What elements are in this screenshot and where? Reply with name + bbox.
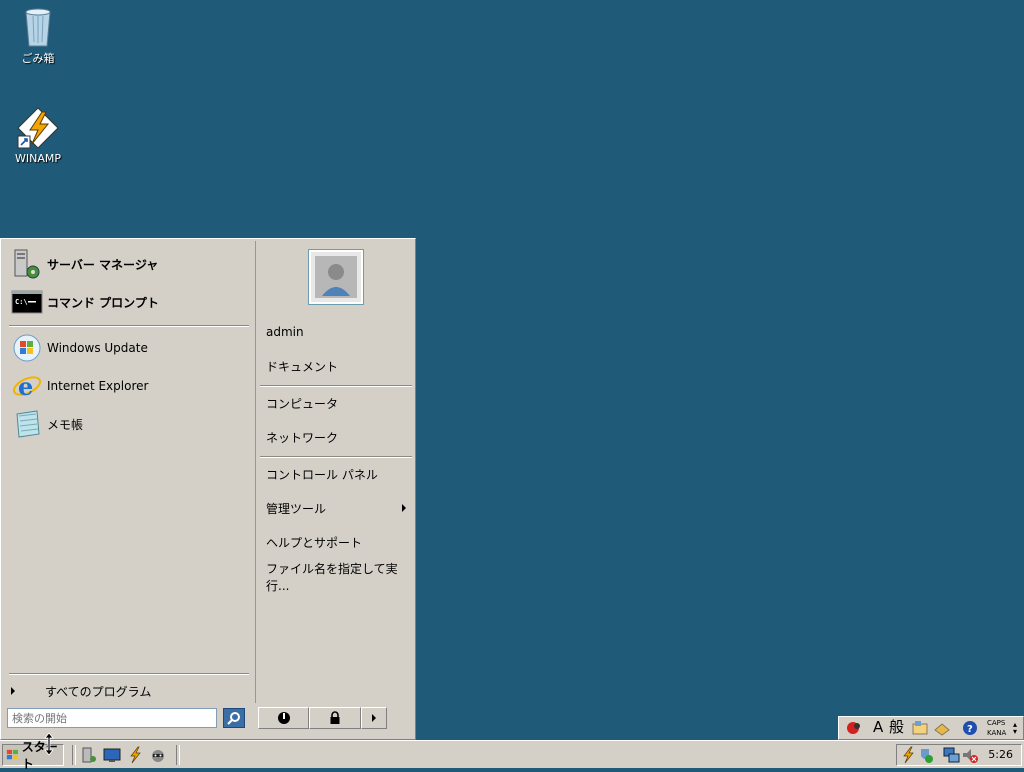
recent-item-windows-update[interactable]: Windows Update bbox=[11, 331, 148, 365]
server-manager-icon bbox=[11, 248, 43, 280]
tray-winamp-icon[interactable] bbox=[899, 746, 917, 764]
quick-launch-winamp-icon[interactable] bbox=[126, 746, 144, 764]
all-programs-label: すべてのプログラム bbox=[45, 684, 152, 699]
pinned-item-server-manager[interactable]: サーバー マネージャ bbox=[11, 247, 158, 281]
start-menu: サーバー マネージャ C:\ コマンド プロンプト Windows Update… bbox=[0, 238, 416, 740]
svg-text:e: e bbox=[18, 372, 33, 401]
separator bbox=[260, 456, 412, 458]
start-button[interactable]: スタート bbox=[2, 740, 64, 771]
taskbar-separator bbox=[176, 745, 180, 765]
lock-icon bbox=[330, 711, 340, 724]
power-button[interactable] bbox=[258, 707, 309, 729]
winamp-icon bbox=[16, 106, 60, 150]
separator bbox=[260, 385, 412, 387]
start-menu-left-pane: サーバー マネージャ C:\ コマンド プロンプト Windows Update… bbox=[3, 241, 256, 703]
taskbar-separator bbox=[72, 745, 76, 765]
help-icon[interactable]: ? bbox=[961, 720, 979, 736]
clock[interactable]: 5:26 bbox=[988, 748, 1013, 761]
options-arrow-icon[interactable]: ▴ ▾ bbox=[1013, 721, 1017, 736]
right-item-documents[interactable]: ドキュメント bbox=[266, 355, 338, 377]
recent-item-label: Windows Update bbox=[47, 341, 148, 355]
network-icon[interactable] bbox=[943, 746, 961, 764]
dictionary-icon[interactable] bbox=[933, 720, 951, 736]
right-item-run[interactable]: ファイル名を指定して実行... bbox=[266, 562, 414, 593]
mouse-cursor-icon bbox=[44, 732, 54, 759]
recycle-bin-label: ごみ箱 bbox=[21, 52, 55, 65]
conversion-mode-indicator[interactable]: 般 bbox=[889, 719, 907, 735]
kana-indicator: KANA bbox=[987, 729, 1007, 737]
search-input[interactable] bbox=[7, 708, 217, 728]
right-item-label: コンピュータ bbox=[266, 396, 339, 411]
recent-item-label: メモ帳 bbox=[47, 417, 84, 432]
arrow-right-icon bbox=[11, 687, 15, 695]
pinned-item-command-prompt[interactable]: C:\ コマンド プロンプト bbox=[11, 285, 159, 319]
recent-item-notepad[interactable]: メモ帳 bbox=[11, 407, 83, 441]
right-item-label: admin bbox=[266, 325, 304, 339]
volume-muted-icon[interactable] bbox=[961, 746, 979, 764]
separator bbox=[9, 325, 249, 327]
right-item-label: ドキュメント bbox=[266, 359, 339, 374]
windows-update-icon bbox=[11, 332, 43, 364]
internet-explorer-icon: e bbox=[11, 370, 43, 402]
right-item-help[interactable]: ヘルプとサポート bbox=[266, 531, 362, 553]
caps-indicator: CAPS bbox=[987, 719, 1006, 727]
language-bar: A 般 ? CAPS KANA ▴ ▾ bbox=[838, 716, 1024, 740]
security-shield-icon[interactable] bbox=[917, 746, 935, 764]
right-item-admin-tools[interactable]: 管理ツール bbox=[266, 497, 414, 519]
notepad-icon bbox=[11, 408, 43, 440]
svg-text:?: ? bbox=[967, 724, 973, 735]
recycle-bin-icon bbox=[16, 4, 60, 48]
quick-launch-show-desktop-icon[interactable] bbox=[103, 746, 121, 764]
winamp-label: WINAMP bbox=[15, 152, 61, 165]
right-item-network[interactable]: ネットワーク bbox=[266, 426, 338, 448]
lock-button[interactable] bbox=[309, 707, 361, 729]
right-item-label: ヘルプとサポート bbox=[266, 535, 363, 550]
desktop-icon-recycle-bin[interactable]: ごみ箱 bbox=[0, 4, 76, 66]
right-item-label: 管理ツール bbox=[266, 501, 327, 516]
pinned-item-label: サーバー マネージャ bbox=[47, 257, 159, 272]
start-label: スタート bbox=[21, 740, 58, 771]
quick-launch-server-manager-icon[interactable] bbox=[80, 746, 98, 764]
right-item-label: コントロール パネル bbox=[266, 467, 378, 482]
right-item-computer[interactable]: コンピュータ bbox=[266, 392, 338, 414]
svg-text:C:\: C:\ bbox=[15, 298, 28, 306]
search-button[interactable] bbox=[223, 708, 245, 728]
separator bbox=[9, 673, 249, 675]
search-icon bbox=[227, 712, 240, 725]
user-icon bbox=[315, 256, 357, 298]
right-item-control-panel[interactable]: コントロール パネル bbox=[266, 463, 378, 485]
taskbar: スタート 5:26 bbox=[0, 740, 1024, 771]
arrow-right-icon bbox=[372, 714, 376, 722]
command-prompt-icon: C:\ bbox=[11, 286, 43, 318]
submenu-arrow-icon bbox=[402, 504, 406, 512]
right-item-label: ファイル名を指定して実行... bbox=[266, 562, 398, 593]
start-menu-right-pane: admin ドキュメント コンピュータ ネットワーク コントロール パネル 管理… bbox=[256, 241, 414, 703]
all-programs-button[interactable]: すべてのプログラム bbox=[11, 681, 151, 701]
desktop-icon-winamp[interactable]: WINAMP bbox=[0, 106, 76, 165]
quick-launch-raccoon-icon[interactable] bbox=[149, 746, 167, 764]
right-item-user[interactable]: admin bbox=[266, 321, 304, 343]
shutdown-options-button[interactable] bbox=[361, 707, 387, 729]
right-item-label: ネットワーク bbox=[266, 430, 339, 445]
system-tray: 5:26 bbox=[896, 744, 1022, 766]
ime-pad-icon[interactable] bbox=[911, 720, 929, 736]
recent-item-internet-explorer[interactable]: e Internet Explorer bbox=[11, 369, 148, 403]
recent-item-label: Internet Explorer bbox=[47, 379, 149, 393]
user-avatar[interactable] bbox=[308, 249, 364, 305]
power-icon bbox=[277, 712, 290, 724]
pinned-item-label: コマンド プロンプト bbox=[47, 295, 159, 310]
windows-logo-icon bbox=[6, 749, 19, 760]
start-menu-bottom-bar bbox=[3, 704, 413, 736]
ime-icon[interactable] bbox=[845, 720, 863, 736]
